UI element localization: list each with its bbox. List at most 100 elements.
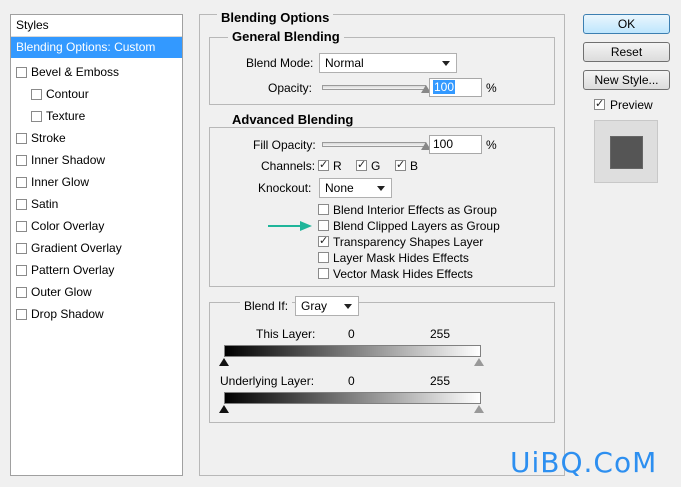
blend-mode-label: Blend Mode:	[246, 56, 314, 70]
fill-opacity-value: 100	[433, 137, 454, 151]
underlying-layer-label: Underlying Layer:	[220, 374, 315, 388]
blend-mode-value: Normal	[325, 56, 364, 70]
style-item-label: Texture	[46, 109, 86, 123]
arrow-right-icon	[300, 221, 312, 231]
fill-opacity-slider-track[interactable]	[322, 142, 426, 147]
blend-if-value: Gray	[301, 299, 328, 313]
vector-mask-checkbox[interactable]	[318, 268, 329, 279]
style-item-pattern-overlay[interactable]: Pattern Overlay	[11, 260, 182, 281]
underlying-layer-white-slider[interactable]	[474, 405, 484, 413]
watermark: UiBQ.CoM	[510, 446, 658, 479]
channel-b-checkbox[interactable]	[395, 158, 406, 171]
reset-button[interactable]: Reset	[583, 42, 670, 62]
style-item-label: Drop Shadow	[31, 307, 104, 321]
this-layer-min: 0	[348, 327, 355, 341]
style-item-blending-options[interactable]: Blending Options: Custom	[11, 37, 182, 58]
chevron-down-icon	[377, 186, 385, 191]
gradient-overlay-checkbox[interactable]	[16, 243, 27, 254]
stroke-checkbox[interactable]	[16, 133, 27, 144]
knockout-value: None	[325, 181, 354, 195]
style-item-label: Bevel & Emboss	[31, 65, 120, 79]
preview-thumbnail	[594, 120, 658, 183]
blend-interior-label: Blend Interior Effects as Group	[333, 203, 497, 217]
satin-checkbox[interactable]	[16, 199, 27, 210]
transparency-shapes-checkbox[interactable]	[318, 234, 329, 247]
knockout-select[interactable]: None	[319, 178, 392, 198]
underlying-layer-min: 0	[348, 374, 355, 388]
style-item-outer-glow[interactable]: Outer Glow	[11, 282, 182, 303]
channel-r-label: R	[333, 159, 342, 173]
style-item-texture[interactable]: Texture	[11, 106, 182, 127]
opacity-input[interactable]: 100	[429, 78, 482, 97]
style-item-label: Pattern Overlay	[31, 263, 115, 277]
style-item-inner-glow[interactable]: Inner Glow	[11, 172, 182, 193]
style-item-label: Satin	[31, 197, 59, 211]
channels-label: Channels:	[261, 159, 316, 173]
style-item-satin[interactable]: Satin	[11, 194, 182, 215]
styles-list: Styles Blending Options: Custom Bevel & …	[10, 14, 183, 476]
transparency-shapes-label: Transparency Shapes Layer	[333, 235, 484, 249]
texture-checkbox[interactable]	[31, 111, 42, 122]
advanced-blending-title: Advanced Blending	[228, 112, 358, 127]
annotation-arrow	[268, 225, 302, 227]
layer-mask-checkbox[interactable]	[318, 252, 329, 263]
channel-g-label: G	[371, 159, 381, 173]
ok-button[interactable]: OK	[583, 14, 670, 34]
channel-r-checkbox[interactable]	[318, 158, 329, 171]
style-item-contour[interactable]: Contour	[11, 84, 182, 105]
inner-shadow-checkbox[interactable]	[16, 155, 27, 166]
underlying-layer-black-slider[interactable]	[219, 405, 229, 413]
style-item-label: Stroke	[31, 131, 66, 145]
inner-glow-checkbox[interactable]	[16, 177, 27, 188]
drop-shadow-checkbox[interactable]	[16, 309, 27, 320]
new-style-button[interactable]: New Style...	[583, 70, 670, 90]
this-layer-white-slider[interactable]	[474, 358, 484, 366]
blend-mode-select[interactable]: Normal	[319, 53, 457, 73]
style-item-label: Color Overlay	[31, 219, 105, 233]
fill-opacity-input[interactable]: 100	[429, 135, 482, 154]
pattern-overlay-checkbox[interactable]	[16, 265, 27, 276]
style-item-stroke[interactable]: Stroke	[11, 128, 182, 149]
style-item-color-overlay[interactable]: Color Overlay	[11, 216, 182, 237]
style-item-bevel-emboss[interactable]: Bevel & Emboss	[11, 62, 182, 83]
style-item-label: Inner Shadow	[31, 153, 106, 167]
blend-if-group	[209, 302, 555, 423]
blend-if-label: Blend If:	[240, 299, 293, 313]
layer-mask-label: Layer Mask Hides Effects	[333, 251, 469, 265]
preview-checkbox[interactable]	[594, 97, 605, 110]
preview-label: Preview	[610, 98, 653, 112]
style-item-drop-shadow[interactable]: Drop Shadow	[11, 304, 182, 325]
fill-opacity-label: Fill Opacity:	[253, 138, 316, 152]
chevron-down-icon	[344, 304, 352, 309]
this-layer-max: 255	[430, 327, 451, 341]
outer-glow-checkbox[interactable]	[16, 287, 27, 298]
channel-b-label: B	[410, 159, 419, 173]
style-item-inner-shadow[interactable]: Inner Shadow	[11, 150, 182, 171]
style-item-gradient-overlay[interactable]: Gradient Overlay	[11, 238, 182, 259]
color-overlay-checkbox[interactable]	[16, 221, 27, 232]
bevel-emboss-checkbox[interactable]	[16, 67, 27, 78]
vector-mask-label: Vector Mask Hides Effects	[333, 267, 473, 281]
this-layer-label: This Layer:	[256, 327, 316, 341]
general-blending-title: General Blending	[228, 29, 344, 44]
knockout-label: Knockout:	[258, 181, 312, 195]
this-layer-black-slider[interactable]	[219, 358, 229, 366]
blend-clipped-checkbox[interactable]	[318, 220, 329, 231]
contour-checkbox[interactable]	[31, 89, 42, 100]
blend-clipped-label: Blend Clipped Layers as Group	[333, 219, 500, 233]
this-layer-gradient	[224, 345, 481, 357]
preview-swatch	[610, 136, 643, 169]
channel-g-checkbox[interactable]	[356, 158, 367, 171]
opacity-slider-track[interactable]	[322, 85, 426, 90]
chevron-down-icon	[442, 61, 450, 66]
blend-interior-checkbox[interactable]	[318, 204, 329, 215]
styles-header: Styles	[11, 15, 182, 37]
style-item-label: Contour	[46, 87, 89, 101]
blending-options-title: Blending Options	[217, 10, 334, 25]
blend-if-select[interactable]: Gray	[295, 296, 359, 316]
opacity-label: Opacity:	[268, 81, 313, 95]
style-item-label: Inner Glow	[31, 175, 90, 189]
opacity-value: 100	[433, 80, 456, 94]
fill-opacity-unit: %	[486, 138, 497, 152]
style-item-label: Gradient Overlay	[31, 241, 122, 255]
